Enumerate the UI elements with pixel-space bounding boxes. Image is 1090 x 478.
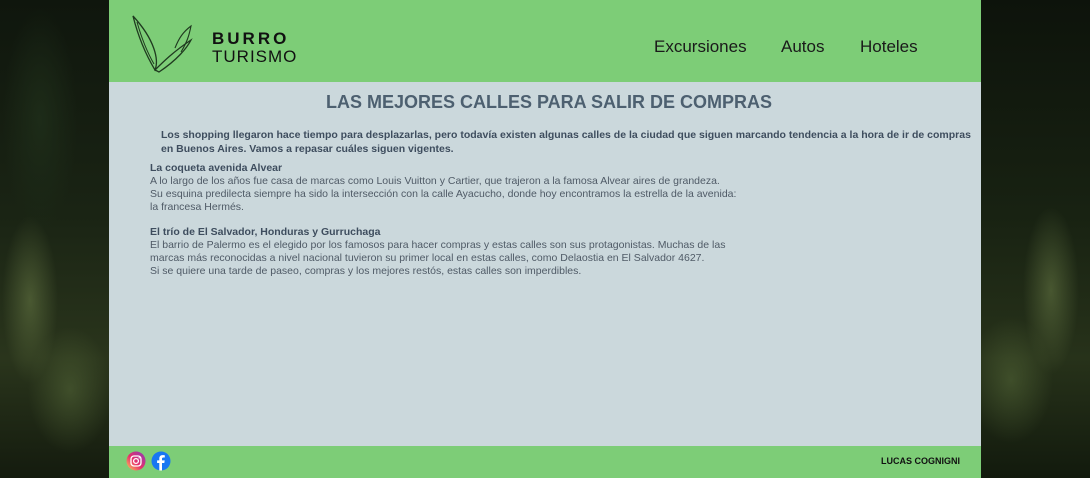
section-title: La coqueta avenida Alvear [150, 162, 283, 174]
nav-autos[interactable]: Autos [781, 37, 824, 57]
main-content: LAS MEJORES CALLES PARA SALIR DE COMPRAS… [109, 82, 981, 446]
section-text-line: El barrio de Palermo es el elegido por l… [150, 239, 726, 251]
section-text-line: Si se quiere una tarde de paseo, compras… [150, 265, 582, 277]
footer: LUCAS COGNIGNI [109, 446, 981, 478]
section-palermo: El trío de El Salvador, Honduras y Gurru… [150, 226, 850, 278]
brand-name: BURRO TURISMO [212, 30, 297, 66]
header: BURRO TURISMO Excursiones Autos Hoteles [109, 0, 981, 82]
facebook-icon[interactable] [151, 451, 171, 471]
instagram-icon[interactable] [126, 451, 146, 471]
brand-logo[interactable]: BURRO TURISMO [129, 12, 297, 74]
section-alvear: La coqueta avenida Alvear A lo largo de … [150, 162, 850, 214]
nav-excursiones[interactable]: Excursiones [654, 37, 747, 57]
section-text-line: Su esquina predilecta siempre ha sido la… [150, 188, 737, 200]
background-left [0, 0, 109, 478]
page-title: LAS MEJORES CALLES PARA SALIR DE COMPRAS [325, 92, 773, 112]
section-title: El trío de El Salvador, Honduras y Gurru… [150, 226, 381, 238]
page-container: BURRO TURISMO Excursiones Autos Hoteles … [109, 0, 981, 478]
donkey-ears-icon [132, 15, 193, 73]
brand-line2: TURISMO [212, 47, 298, 66]
nav-hoteles[interactable]: Hoteles [860, 37, 918, 57]
section-text-line: A lo largo de los años fue casa de marca… [150, 175, 720, 187]
author-name: LUCAS COGNIGNI [880, 456, 960, 466]
section-text-line: la francesa Hermés. [150, 201, 244, 213]
section-text-line: marcas más reconocidas a nivel nacional … [150, 252, 705, 264]
background-right [981, 0, 1090, 478]
intro-paragraph: Los shopping llegaron hace tiempo para d… [161, 129, 971, 155]
brand-line1: BURRO [212, 29, 290, 48]
